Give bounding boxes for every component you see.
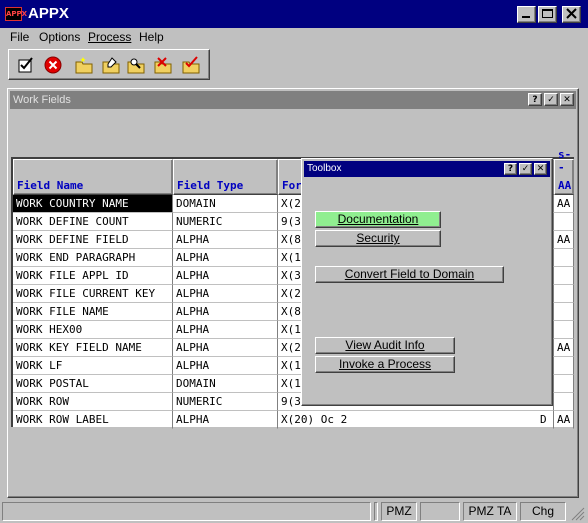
status-cell-mode: Chg: [520, 502, 566, 521]
field-type-cell[interactable]: ALPHA: [173, 267, 278, 285]
cancel-icon[interactable]: [44, 56, 62, 74]
help-icon: ?: [507, 164, 514, 174]
field-type-cell[interactable]: ALPHA: [173, 231, 278, 249]
title-bar[interactable]: APPX APPX: [0, 0, 588, 28]
field-name-cell[interactable]: WORK POSTAL: [13, 375, 173, 393]
flag-cell[interactable]: [554, 375, 574, 393]
flag-cell[interactable]: [554, 285, 574, 303]
flag-cell[interactable]: [554, 249, 574, 267]
maximize-icon: [542, 9, 553, 18]
flag-cell[interactable]: [554, 213, 574, 231]
minimize-icon: [522, 16, 530, 18]
flag-cell[interactable]: AA: [554, 231, 574, 249]
close-icon: ✕: [536, 164, 545, 174]
toolbar: [8, 49, 210, 80]
field-type-cell[interactable]: ALPHA: [173, 321, 278, 339]
flag-cell[interactable]: [554, 321, 574, 339]
checkmark-icon: ✓: [547, 95, 555, 105]
maximize-button[interactable]: [538, 6, 557, 23]
close-button[interactable]: [562, 6, 581, 23]
field-type-cell[interactable]: ALPHA: [173, 303, 278, 321]
column-header-field-type[interactable]: Field Type: [173, 159, 278, 195]
flag-cell[interactable]: [554, 393, 574, 411]
field-name-cell[interactable]: WORK ROW: [13, 393, 173, 411]
header-fragment: s--: [558, 148, 572, 174]
window-title: APPX: [28, 5, 69, 22]
toolbox-title-bar: Toolbox ? ✓ ✕: [304, 161, 550, 177]
toolbox-close-button[interactable]: ✕: [534, 163, 547, 175]
field-name-cell[interactable]: WORK COUNTRY NAME: [13, 195, 173, 213]
menu-file[interactable]: File: [10, 30, 29, 44]
status-cell-divider: [374, 502, 378, 521]
flag-cell[interactable]: AA: [554, 411, 574, 429]
view-audit-info-button[interactable]: View Audit Info: [315, 337, 455, 354]
field-type-cell[interactable]: ALPHA: [173, 285, 278, 303]
close-icon: ✕: [563, 95, 571, 105]
toolbox-ok-button[interactable]: ✓: [519, 163, 532, 175]
field-name-cell[interactable]: WORK FILE NAME: [13, 303, 173, 321]
field-name-cell[interactable]: WORK FILE CURRENT KEY: [13, 285, 173, 303]
menu-process[interactable]: Process: [88, 30, 131, 44]
field-name-cell[interactable]: WORK FILE APPL ID: [13, 267, 173, 285]
wf-ok-button[interactable]: ✓: [544, 93, 558, 106]
folder-edit-icon[interactable]: [102, 56, 120, 74]
toolbox-title: Toolbox: [307, 163, 342, 174]
flag-cell[interactable]: [554, 357, 574, 375]
toolbox-help-button[interactable]: ?: [504, 163, 517, 175]
menu-bar: File Options Process Help: [0, 28, 588, 47]
work-fields-title-bar: Work Fields ? ✓ ✕: [10, 91, 576, 109]
checklist-icon[interactable]: [17, 56, 35, 74]
field-name-cell[interactable]: WORK ROW LABEL: [13, 411, 173, 429]
folder-check-icon[interactable]: [182, 56, 200, 74]
wf-help-button[interactable]: ?: [528, 93, 542, 106]
field-type-cell[interactable]: ALPHA: [173, 249, 278, 267]
folder-star-icon[interactable]: [75, 56, 93, 74]
security-button[interactable]: Security: [315, 230, 441, 247]
field-type-cell[interactable]: DOMAIN: [173, 375, 278, 393]
flag-cell[interactable]: AA: [554, 195, 574, 213]
toolbox-dialog: Toolbox ? ✓ ✕ Documentation Security Con…: [301, 158, 553, 406]
minimize-button[interactable]: [517, 6, 536, 23]
column-header-flags[interactable]: s-- AA: [554, 148, 574, 195]
field-type-cell[interactable]: NUMERIC: [173, 213, 278, 231]
resize-grip-icon[interactable]: [570, 506, 585, 521]
close-icon: [566, 8, 577, 19]
documentation-button[interactable]: Documentation: [315, 211, 441, 228]
format-tail: D: [540, 413, 547, 426]
convert-field-to-domain-button[interactable]: Convert Field to Domain: [315, 266, 504, 283]
folder-search-icon[interactable]: [127, 56, 145, 74]
column-header-field-name[interactable]: Field Name: [13, 159, 173, 195]
invoke-a-process-button[interactable]: Invoke a Process: [315, 356, 455, 373]
field-type-cell[interactable]: ALPHA: [173, 411, 278, 429]
menu-options[interactable]: Options: [39, 30, 80, 44]
wf-close-button[interactable]: ✕: [560, 93, 574, 106]
app-logo: APPX: [5, 7, 27, 21]
help-icon: ?: [532, 95, 538, 105]
status-cell-pmz-ta: PMZ TA: [463, 502, 517, 521]
field-name-cell[interactable]: WORK LF: [13, 357, 173, 375]
menu-help[interactable]: Help: [139, 30, 164, 44]
status-bar: PMZ PMZ TA Chg: [0, 500, 588, 523]
checkmark-icon: ✓: [521, 164, 530, 174]
field-type-cell[interactable]: ALPHA: [173, 339, 278, 357]
table-row[interactable]: WORK ROW LABEL ALPHA X(20) Oc 2 AA D: [13, 411, 574, 429]
folder-delete-icon[interactable]: [154, 56, 172, 74]
field-name-cell[interactable]: WORK DEFINE COUNT: [13, 213, 173, 231]
field-type-cell[interactable]: NUMERIC: [173, 393, 278, 411]
work-fields-title: Work Fields: [13, 94, 71, 106]
flag-cell[interactable]: [554, 303, 574, 321]
format-cell[interactable]: X(20) Oc 2: [278, 411, 554, 429]
status-cell-empty: [420, 502, 460, 521]
field-type-cell[interactable]: DOMAIN: [173, 195, 278, 213]
field-name-cell[interactable]: WORK KEY FIELD NAME: [13, 339, 173, 357]
status-cell-message: [2, 502, 371, 521]
flag-cell[interactable]: [554, 267, 574, 285]
status-cell-pmz: PMZ: [381, 502, 417, 521]
flag-cell[interactable]: AA: [554, 339, 574, 357]
field-type-cell[interactable]: ALPHA: [173, 357, 278, 375]
field-name-cell[interactable]: WORK HEX00: [13, 321, 173, 339]
field-name-cell[interactable]: WORK END PARAGRAPH: [13, 249, 173, 267]
field-name-cell[interactable]: WORK DEFINE FIELD: [13, 231, 173, 249]
